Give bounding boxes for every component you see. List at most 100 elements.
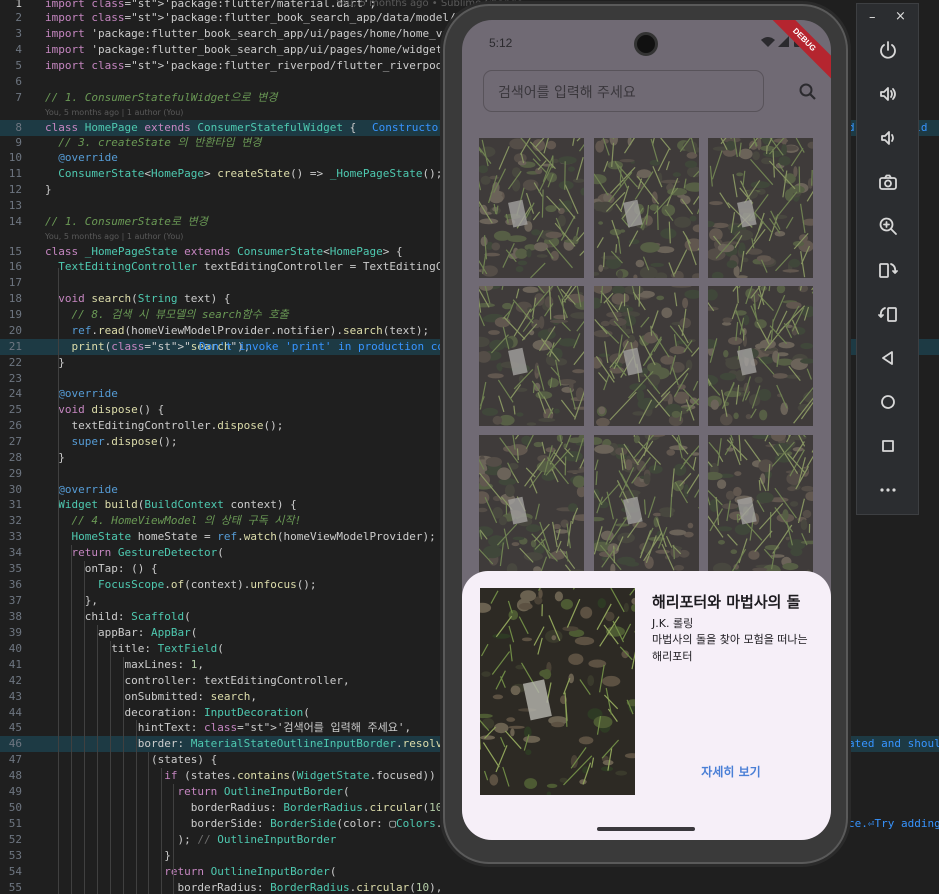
rotate-right-button[interactable] xyxy=(873,255,903,285)
photo-graphic xyxy=(479,286,584,426)
indent-guide xyxy=(71,545,72,894)
code-text: } xyxy=(45,356,65,369)
code-line[interactable]: 54 return OutlineInputBorder( xyxy=(0,864,939,880)
code-text: super.dispose(); xyxy=(71,435,178,448)
line-number: 32 xyxy=(8,514,22,527)
search-field[interactable]: 검색어를 입력해 주세요 xyxy=(483,70,764,112)
book-thumbnail[interactable] xyxy=(708,138,813,278)
minimize-button[interactable]: – xyxy=(869,10,876,25)
line-number: 9 xyxy=(15,136,22,149)
close-button[interactable]: × xyxy=(895,9,906,24)
line-number: 35 xyxy=(8,562,22,575)
book-thumbnail[interactable] xyxy=(708,435,813,575)
overview-button[interactable] xyxy=(873,431,903,461)
line-number: 24 xyxy=(8,387,22,400)
zoom-in-button[interactable] xyxy=(873,211,903,241)
book-thumbnail[interactable] xyxy=(594,435,699,575)
code-text: border: MaterialStateOutlineInputBorder.… xyxy=(45,737,463,750)
signal-icon xyxy=(778,36,789,47)
wifi-icon xyxy=(761,37,775,47)
overview-icon xyxy=(882,440,894,452)
indent-guide xyxy=(97,625,98,894)
line-number: 34 xyxy=(8,546,22,559)
power-icon xyxy=(880,41,896,59)
more-button[interactable] xyxy=(873,475,903,505)
book-thumbnail[interactable] xyxy=(594,286,699,426)
line-number: 53 xyxy=(8,849,22,862)
gesture-home-bar[interactable] xyxy=(597,827,695,831)
code-text: hintText: class="st">'검색어를 입력해 주세요', xyxy=(45,721,412,734)
line-number: 48 xyxy=(8,769,22,782)
line-number: 46 xyxy=(8,737,22,750)
code-text: borderSide: BorderSide(color: ▢Colors.b xyxy=(45,817,449,830)
volume-down-button[interactable] xyxy=(873,123,903,153)
rotate-left-icon xyxy=(878,307,897,322)
line-number: 6 xyxy=(15,75,22,88)
volume-up-button[interactable] xyxy=(873,79,903,109)
line-number: 20 xyxy=(8,324,22,337)
line-number: 51 xyxy=(8,817,22,830)
code-text: import 'package:flutter_book_search_app/… xyxy=(45,43,456,56)
line-number: 55 xyxy=(8,881,22,894)
line-number: 42 xyxy=(8,674,22,687)
zoom-in-icon xyxy=(879,217,897,235)
code-text: // 3. createState 의 반환타입 변경 xyxy=(45,136,262,149)
line-number: 30 xyxy=(8,483,22,496)
line-number: 40 xyxy=(8,642,22,655)
camera-icon xyxy=(879,174,897,190)
book-thumbnail[interactable] xyxy=(594,138,699,278)
home-button[interactable] xyxy=(873,387,903,417)
code-text: child: Scaffold( xyxy=(45,610,191,623)
code-text: FocusScope.of(context).unfocus(); xyxy=(97,578,317,591)
status-bar-time: 5:12 xyxy=(489,36,513,50)
line-number: 22 xyxy=(8,356,22,369)
git-blame-annotation[interactable]: You, 5 months ago | 1 author (You) xyxy=(45,107,183,119)
power-button[interactable] xyxy=(873,35,903,65)
detail-button[interactable]: 자세히 보기 xyxy=(686,759,776,785)
rotate-right-icon xyxy=(879,263,898,278)
line-number: 45 xyxy=(8,721,22,734)
camera-button[interactable] xyxy=(873,167,903,197)
line-number: 10 xyxy=(8,151,22,164)
code-text: Widget build(BuildContext context) { xyxy=(58,498,297,511)
search-icon[interactable] xyxy=(798,82,818,102)
indent-guide xyxy=(58,512,59,894)
book-thumbnail[interactable] xyxy=(708,286,813,426)
code-text: void search(String text) { xyxy=(58,292,231,305)
book-thumbnail[interactable] xyxy=(479,286,584,426)
code-text: appBar: AppBar( xyxy=(97,626,198,639)
line-number: 11 xyxy=(8,167,22,180)
code-text: import class="st">'package:flutter_river… xyxy=(45,59,489,72)
photo-graphic xyxy=(594,138,699,278)
git-blame-annotation[interactable]: You, 5 months ago | 1 author (You) xyxy=(45,231,183,243)
line-number: 28 xyxy=(8,451,22,464)
search-input[interactable]: 검색어를 입력해 주세요 xyxy=(498,82,636,102)
rotate-left-button[interactable] xyxy=(873,299,903,329)
code-text: return OutlineInputBorder( xyxy=(164,865,337,878)
indent-guide xyxy=(161,768,162,894)
volume-down-icon xyxy=(881,131,894,145)
line-number: 13 xyxy=(8,199,22,212)
line-number: 19 xyxy=(8,308,22,321)
photo-graphic xyxy=(479,138,584,278)
code-text: if (states.contains(WidgetState.focused)… xyxy=(164,769,450,782)
line-number: 50 xyxy=(8,801,22,814)
emulator-screen[interactable]: 5:12 DEBUG 검색어를 입력해 주세요 해리포터와 마법사의 돌 J.K… xyxy=(462,20,831,840)
code-line[interactable]: 55 borderRadius: BorderRadius.circular(1… xyxy=(0,880,939,894)
inline-hint: Constructor xyxy=(372,121,445,134)
photo-graphic xyxy=(708,435,813,575)
code-text: } xyxy=(45,183,52,196)
code-text: // 4. HomeViewModel 의 상태 구독 시작! xyxy=(45,514,302,527)
line-number: 2 xyxy=(15,11,22,24)
inline-hint: ated and should xyxy=(848,737,939,750)
back-button[interactable] xyxy=(873,343,903,373)
line-number: 39 xyxy=(8,626,22,639)
line-number: 26 xyxy=(8,419,22,432)
line-number: 3 xyxy=(15,27,22,40)
book-detail-sheet: 해리포터와 마법사의 돌 J.K. 롤링 마법사의 돌을 찾아 모험을 떠나는 … xyxy=(462,571,831,840)
book-thumbnail[interactable] xyxy=(479,138,584,278)
photo-graphic xyxy=(594,435,699,575)
book-thumbnail[interactable] xyxy=(479,435,584,575)
photo-graphic xyxy=(479,435,584,575)
debug-banner: DEBUG xyxy=(759,20,831,85)
